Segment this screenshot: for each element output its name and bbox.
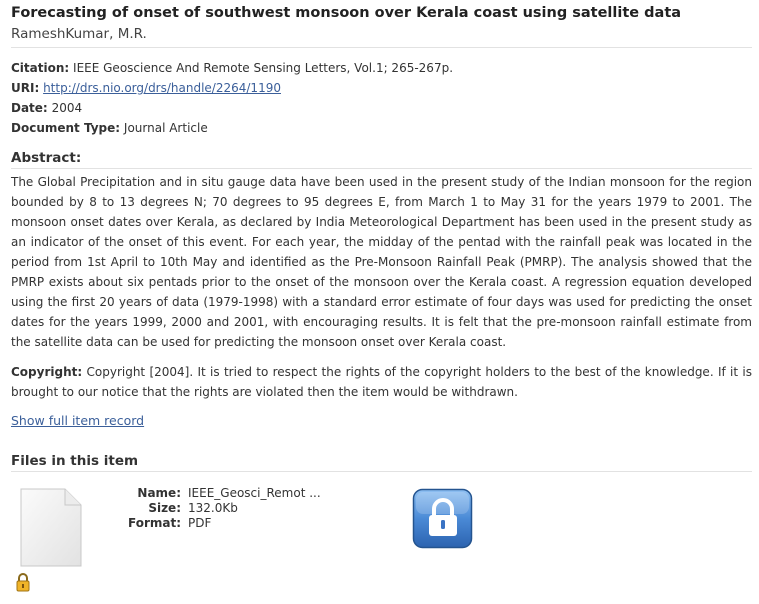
lock-icon[interactable] (412, 488, 474, 550)
file-size-value: 132.0Kb (188, 501, 238, 515)
item-view-page: Forecasting of onset of southwest monsoo… (0, 0, 759, 604)
item-author: RameshKumar, M.R. (11, 26, 147, 42)
copyright-text: Copyright [2004]. It is tried to respect… (11, 365, 752, 399)
file-format-label: Format: (127, 516, 181, 530)
title-divider (11, 47, 752, 48)
date-value: 2004 (51, 101, 83, 115)
document-type-value: Journal Article (123, 121, 208, 135)
file-size-label: Size: (148, 501, 181, 515)
copyright-label: Copyright: (11, 365, 83, 379)
date-label: Date: (11, 101, 48, 115)
file-info-values: IEEE_Geosci_Remot ... 132.0Kb PDF (188, 486, 321, 531)
show-full-record-link[interactable]: Show full item record (11, 413, 144, 428)
uri-row: URI: http://drs.nio.org/drs/handle/2264/… (11, 80, 281, 96)
document-type-label: Document Type: (11, 121, 121, 135)
files-divider (11, 471, 752, 472)
uri-label: URI: (11, 81, 40, 95)
citation-label: Citation: (11, 61, 70, 75)
padlock-icon (14, 572, 32, 592)
file-name-value: IEEE_Geosci_Remot ... (188, 486, 321, 500)
abstract-heading: Abstract: (11, 150, 82, 166)
abstract-divider (11, 168, 752, 169)
file-name-label: Name: (137, 486, 181, 500)
page-title: Forecasting of onset of southwest monsoo… (11, 5, 682, 21)
file-info-labels: Name: Size: Format: (100, 486, 181, 531)
uri-link[interactable]: http://drs.nio.org/drs/handle/2264/1190 (43, 81, 281, 95)
document-type-row: Document Type: Journal Article (11, 120, 208, 136)
date-row: Date: 2004 (11, 100, 82, 116)
abstract-text: The Global Precipitation and in situ gau… (11, 175, 752, 349)
file-format-value: PDF (188, 516, 212, 530)
citation-row: Citation: IEEE Geoscience And Remote Sen… (11, 60, 453, 76)
files-heading: Files in this item (11, 453, 139, 469)
citation-value: IEEE Geoscience And Remote Sensing Lette… (73, 61, 454, 75)
document-icon[interactable] (20, 488, 82, 567)
copyright-block: Copyright: Copyright [2004]. It is tried… (11, 362, 752, 402)
